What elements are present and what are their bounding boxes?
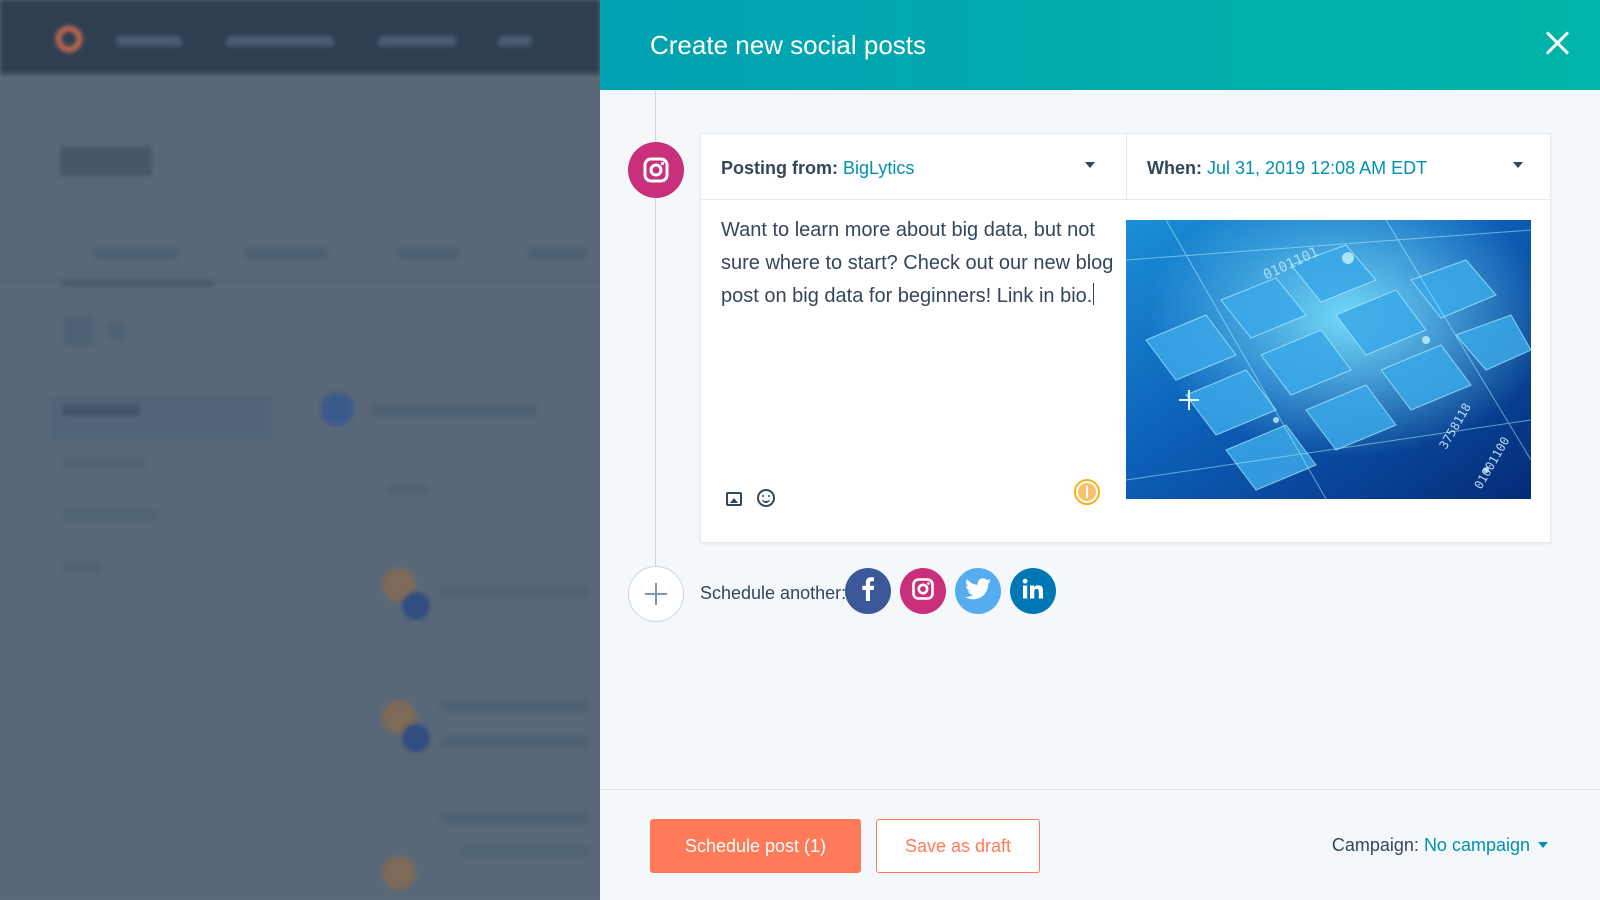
background-filter-label [62,404,140,416]
background-sidebar-item [62,458,146,468]
campaign-value[interactable]: No campaign [1424,835,1530,855]
chevron-down-icon [1513,162,1523,168]
twitter-button[interactable] [955,568,1001,614]
post-card: Posting from: BigLytics When: Jul 31, 20… [700,133,1551,543]
create-social-post-panel: Create new social posts Posting from: Bi… [600,0,1600,900]
background-text-line [440,736,590,748]
background-filter-box [50,396,272,440]
schedule-post-button[interactable]: Schedule post (1) [650,819,861,873]
info-icon[interactable] [1074,479,1100,505]
linkedin-icon [1022,578,1044,605]
posting-from-value: BigLytics [843,158,915,178]
posting-from-dropdown[interactable]: Posting from: BigLytics [701,134,1127,200]
background-app [0,0,600,900]
instagram-icon [912,577,934,605]
instagram-button[interactable] [900,568,946,614]
emoji-icon[interactable] [757,489,775,507]
background-sidebar-item [62,562,102,572]
post-image[interactable]: 0101101 3758118 01001100 [1126,220,1531,499]
when-value: Jul 31, 2019 12:08 AM EDT [1207,158,1428,178]
when-text: When: Jul 31, 2019 12:08 AM EDT [1147,158,1427,179]
background-nav-item [498,36,532,46]
panel-header: Create new social posts [600,0,1600,90]
text-cursor [1093,283,1095,305]
background-tab [94,248,178,260]
panel-footer: Schedule post (1) Save as draft Campaign… [600,789,1600,900]
posting-from-text: Posting from: BigLytics [721,158,914,179]
when-label: When: [1147,158,1202,178]
background-nav-item [378,36,456,46]
background-sidebar-item [62,510,158,520]
when-dropdown[interactable]: When: Jul 31, 2019 12:08 AM EDT [1127,134,1552,200]
background-text-line [388,484,428,494]
post-card-header: Posting from: BigLytics When: Jul 31, 20… [701,134,1550,200]
background-tab [528,248,588,260]
close-icon[interactable] [1540,26,1574,60]
background-text-line [460,846,590,856]
background-avatar [402,724,430,752]
background-tab [244,248,328,260]
background-toolbar-icon [64,316,94,346]
twitter-icon [965,577,991,605]
background-toolbar-icon [108,322,126,340]
post-text-editor[interactable]: Want to learn more about big data, but n… [721,214,1121,313]
background-nav-item [226,36,334,46]
background-avatar [402,592,430,620]
background-text-line [440,812,590,824]
facebook-button[interactable] [845,568,891,614]
facebook-icon [861,576,875,606]
campaign-selector[interactable]: Campaign: No campaign [1332,835,1548,856]
instagram-icon [628,142,684,198]
background-text-line [440,586,590,598]
chevron-down-icon [1538,842,1548,848]
post-text: Want to learn more about big data, but n… [721,219,1114,307]
panel-title: Create new social posts [650,30,927,60]
background-text-line [440,700,590,712]
background-nav-item [116,36,182,46]
campaign-label: Campaign: [1331,835,1419,855]
background-top-nav [0,0,600,74]
schedule-another-label: Schedule another: [700,583,847,603]
background-avatar [320,392,354,426]
background-tab-active [62,280,214,286]
image-upload-icon[interactable] [726,492,742,506]
chevron-down-icon [1085,162,1095,168]
linkedin-button[interactable] [1010,568,1056,614]
hubspot-logo-icon [56,26,82,52]
add-post-button[interactable] [628,566,684,622]
posting-from-label: Posting from: [721,158,838,178]
background-avatar [382,856,416,890]
save-as-draft-button[interactable]: Save as draft [876,819,1040,873]
background-text-line [370,404,538,416]
background-tab [398,248,460,260]
background-page-title [60,146,152,176]
